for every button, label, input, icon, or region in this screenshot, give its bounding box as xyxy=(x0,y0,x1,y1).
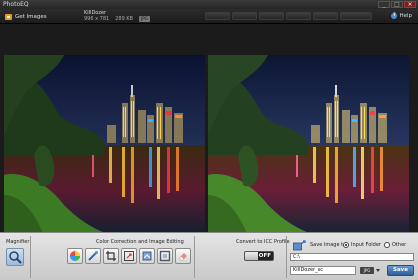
output-filename-field[interactable]: KillDozer_sc xyxy=(290,266,356,275)
input-folder-radio[interactable] xyxy=(343,242,349,248)
folder-icon xyxy=(5,14,12,20)
save-image-to-label: Save Image to xyxy=(310,242,347,248)
file-meta: 996 x 781 289 KB JPG xyxy=(84,16,150,22)
divider xyxy=(194,236,195,278)
save-to-icon xyxy=(293,240,306,251)
frame-icon xyxy=(159,250,171,262)
divider xyxy=(286,236,287,278)
corrected-image[interactable] xyxy=(208,55,409,236)
crop-button[interactable] xyxy=(103,248,119,264)
color-correction-label: Color Correction and Image Editing xyxy=(96,239,184,245)
close-button[interactable]: × xyxy=(404,1,416,8)
help-icon: ? xyxy=(391,13,398,19)
save-button[interactable]: Save xyxy=(387,265,414,276)
sharpen-button[interactable] xyxy=(85,248,101,264)
app-title: PhotoEQ xyxy=(3,1,29,8)
resize-button[interactable] xyxy=(121,248,137,264)
file-dimensions: 996 x 781 xyxy=(84,16,110,22)
output-format-select[interactable]: JPG xyxy=(360,267,374,274)
input-folder-label: Input Folder xyxy=(351,242,381,248)
icc-profile-label: Convert to ICC Profile xyxy=(236,239,290,245)
get-images-button[interactable]: Get Images xyxy=(5,12,47,22)
toolbar-button-group xyxy=(205,12,372,20)
toolbar-button-6[interactable] xyxy=(340,12,372,20)
help-label: Help xyxy=(399,13,412,19)
icc-profile-toggle[interactable]: OFF xyxy=(244,251,274,261)
toolbar-button-3[interactable] xyxy=(259,12,284,20)
color-wheel-icon xyxy=(70,251,80,261)
city-night-photo-original xyxy=(4,55,205,236)
rotate-icon xyxy=(142,251,152,261)
color-wheel-button[interactable] xyxy=(67,248,83,264)
toolbar-button-2[interactable] xyxy=(232,12,257,20)
file-format-badge: JPG xyxy=(139,16,150,22)
maximize-button[interactable]: □ xyxy=(391,1,403,8)
window-controls: _ □ × xyxy=(378,1,416,8)
sharpen-icon xyxy=(88,251,98,261)
icc-toggle-state: OFF xyxy=(258,253,271,259)
image-preview-area xyxy=(0,25,418,236)
toggle-knob xyxy=(245,252,258,260)
toolbar-button-4[interactable] xyxy=(286,12,311,20)
eraser-icon xyxy=(178,253,187,262)
toolbar-button-1[interactable] xyxy=(205,12,230,20)
title-bar: PhotoEQ _ □ × xyxy=(0,0,418,9)
get-images-label: Get Images xyxy=(15,14,47,20)
city-night-photo-corrected xyxy=(208,55,409,236)
divider xyxy=(30,236,31,278)
help-button[interactable]: ? Help xyxy=(391,13,412,19)
chevron-down-icon[interactable] xyxy=(376,269,380,272)
magnifier-icon xyxy=(9,251,22,264)
crop-icon xyxy=(106,251,116,261)
toolbar: Get Images KillDozer 996 x 781 289 KB JP… xyxy=(0,9,418,24)
magnifier-label: Magnifier xyxy=(6,239,30,245)
file-info: KillDozer 996 x 781 289 KB JPG xyxy=(84,10,150,22)
eraser-button[interactable] xyxy=(175,248,191,264)
output-path-field[interactable]: C:\ xyxy=(290,253,414,261)
frame-button[interactable] xyxy=(157,248,173,264)
file-size: 289 KB xyxy=(115,16,134,22)
toolbar-button-5[interactable] xyxy=(313,12,338,20)
editing-tools xyxy=(67,248,191,264)
control-panel: Magnifier Color Correction and Image Edi… xyxy=(0,232,418,280)
other-label: Other xyxy=(392,242,407,248)
original-image[interactable] xyxy=(4,55,205,236)
rotate-button[interactable] xyxy=(139,248,155,264)
magnifier-button[interactable] xyxy=(6,248,24,266)
other-radio[interactable] xyxy=(384,242,390,248)
resize-icon xyxy=(124,251,134,261)
minimize-button[interactable]: _ xyxy=(378,1,390,8)
